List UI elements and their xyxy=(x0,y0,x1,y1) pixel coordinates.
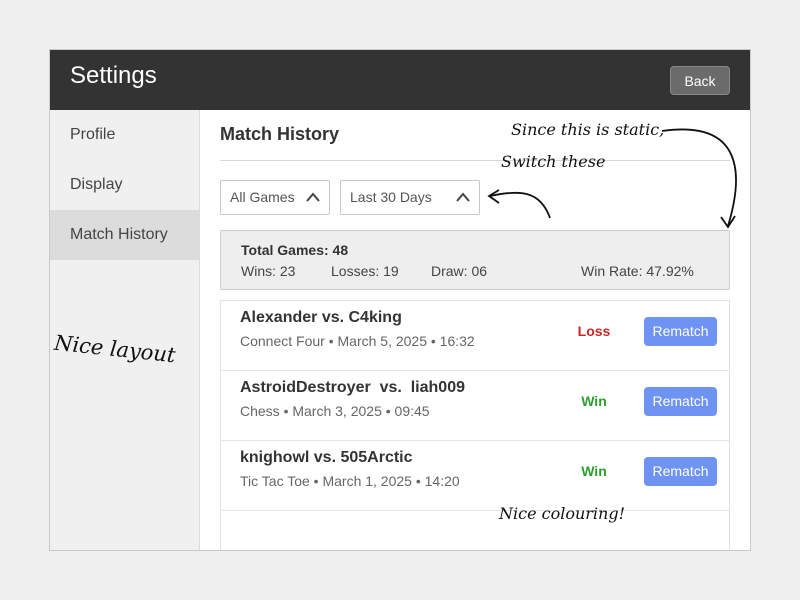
win-rate: Win Rate: 47.92% xyxy=(581,263,694,279)
title-bar: Settings Back xyxy=(50,50,750,110)
match-details: Chess • March 3, 2025 • 09:45 xyxy=(240,403,430,419)
back-button[interactable]: Back xyxy=(670,66,730,95)
match-players: Alexander vs. C4king xyxy=(240,309,402,326)
match-details: Tic Tac Toe • March 1, 2025 • 14:20 xyxy=(240,473,460,489)
chevron-up-icon xyxy=(306,192,320,202)
period-filter-value: Last 30 Days xyxy=(350,189,432,205)
annotation-colouring-note: Nice colouring! xyxy=(499,504,626,523)
game-filter-dropdown[interactable]: All Games xyxy=(220,180,330,215)
chevron-up-icon xyxy=(456,192,470,202)
losses-count: Losses: 19 xyxy=(331,263,399,279)
annotation-switch-note: Switch these xyxy=(501,152,606,171)
rematch-button[interactable]: Rematch xyxy=(644,457,717,486)
match-result-win: Win xyxy=(581,393,607,409)
rematch-button[interactable]: Rematch xyxy=(644,387,717,416)
match-row: AstroidDestroyer vs. liah009 Chess • Mar… xyxy=(221,371,729,441)
match-result-loss: Loss xyxy=(577,323,611,339)
page-title: Match History xyxy=(220,124,340,144)
match-players: knighowl vs. 505Arctic xyxy=(240,449,413,466)
sidebar-item-display[interactable]: Display xyxy=(50,160,199,210)
window-title: Settings xyxy=(70,62,157,89)
match-row: knighowl vs. 505Arctic Tic Tac Toe • Mar… xyxy=(221,441,729,511)
rematch-button[interactable]: Rematch xyxy=(644,317,717,346)
sidebar: Profile Display Match History xyxy=(50,110,200,550)
match-result-win: Win xyxy=(581,463,607,479)
total-games: Total Games: 48 xyxy=(241,242,349,258)
match-details: Connect Four • March 5, 2025 • 16:32 xyxy=(240,333,475,349)
main-content: Match History All Games Last 30 Days Tot… xyxy=(200,110,750,550)
period-filter-dropdown[interactable]: Last 30 Days xyxy=(340,180,480,215)
sidebar-item-match-history[interactable]: Match History xyxy=(50,210,199,260)
game-filter-value: All Games xyxy=(230,189,295,205)
draw-count: Draw: 06 xyxy=(431,263,488,279)
stats-summary: Total Games: 48 Wins: 23 Losses: 19 Draw… xyxy=(220,230,730,290)
match-row: Alexander vs. C4king Connect Four • Marc… xyxy=(221,301,729,371)
wins-count: Wins: 23 xyxy=(241,263,296,279)
sidebar-item-profile[interactable]: Profile xyxy=(50,110,199,160)
annotation-static-note: Since this is static, xyxy=(511,120,665,139)
match-list: Alexander vs. C4king Connect Four • Marc… xyxy=(220,300,730,550)
match-players: AstroidDestroyer vs. liah009 xyxy=(240,379,465,396)
title-divider xyxy=(220,160,730,161)
